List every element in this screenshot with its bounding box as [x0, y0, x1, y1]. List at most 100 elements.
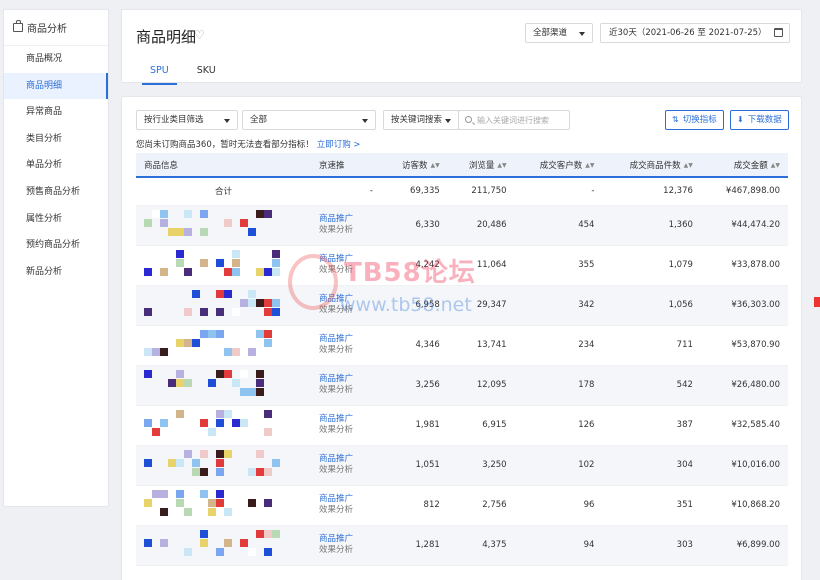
effect-analysis-link[interactable]: 效果分析: [319, 265, 373, 276]
pixel-block: [208, 419, 216, 427]
cell-pageviews: 11,064: [447, 245, 515, 286]
category-value-select[interactable]: 全部: [242, 110, 376, 130]
cell-amount: ¥32,585.40: [700, 405, 788, 446]
cell-customers: 102: [514, 445, 603, 486]
sidebar-item[interactable]: 预约商品分析: [4, 232, 108, 259]
pixel-block: [224, 410, 232, 418]
col-amount[interactable]: 成交金额 ▲▼: [700, 153, 788, 178]
promote-link[interactable]: 商品推广: [319, 334, 373, 345]
effect-analysis-link[interactable]: 效果分析: [319, 465, 373, 476]
date-range-picker[interactable]: 近30天（2021-06-26 至 2021-07-25）: [600, 23, 790, 43]
pixel-block: [272, 250, 280, 258]
subscribe-link[interactable]: 立即订购 >: [317, 140, 361, 150]
sidebar-item[interactable]: 商品明细: [4, 72, 108, 100]
total-items: 12,376: [602, 177, 701, 206]
cell-amount: ¥36,303.00: [700, 285, 788, 326]
sidebar-item[interactable]: 属性分析: [4, 206, 108, 233]
pixel-block: [240, 370, 248, 378]
pixel-block: [216, 490, 224, 498]
cell-pageviews: 29,347: [447, 285, 515, 326]
shopping-bag-icon: [13, 20, 23, 32]
promote-link[interactable]: 商品推广: [319, 254, 373, 265]
sidebar-item[interactable]: 异常商品: [4, 99, 108, 126]
table-row: 商品推广 效果分析 3,256 12,095 178 542 ¥26,480.00: [136, 365, 788, 406]
promote-link[interactable]: 商品推广: [319, 534, 373, 545]
promote-link[interactable]: 商品推广: [319, 374, 373, 385]
pixel-block: [240, 388, 248, 396]
pixel-block: [256, 370, 264, 378]
cell-amount: ¥33,878.00: [700, 245, 788, 286]
product-info-cell[interactable]: [136, 325, 311, 366]
effect-analysis-link[interactable]: 效果分析: [319, 345, 373, 356]
sidebar-item[interactable]: 单品分析: [4, 152, 108, 179]
category-filter-label: 按行业类目筛选: [144, 115, 204, 125]
pixel-block: [184, 210, 192, 218]
search-mode-select[interactable]: 按关键词搜索: [383, 110, 459, 130]
pixel-block: [216, 468, 224, 476]
product-info-cell[interactable]: [136, 245, 311, 286]
tab-spu[interactable]: SPU: [142, 60, 177, 85]
jingsutui-links: 商品推广 效果分析: [311, 205, 381, 246]
pixel-block: [240, 299, 248, 307]
effect-analysis-link[interactable]: 效果分析: [319, 545, 373, 556]
effect-analysis-link[interactable]: 效果分析: [319, 305, 373, 316]
pixel-block: [200, 228, 208, 236]
product-info-cell[interactable]: [136, 205, 311, 246]
pixel-block: [168, 379, 176, 387]
effect-analysis-link[interactable]: 效果分析: [319, 385, 373, 396]
tab-sku[interactable]: SKU: [197, 60, 216, 82]
channel-select[interactable]: 全部渠道: [525, 23, 593, 43]
effect-analysis-link[interactable]: 效果分析: [319, 505, 373, 516]
pixel-block: [264, 468, 272, 476]
effect-analysis-link[interactable]: 效果分析: [319, 225, 373, 236]
sidebar-item[interactable]: 新品分析: [4, 259, 108, 286]
pixel-block: [216, 548, 224, 556]
product-info-cell[interactable]: [136, 445, 311, 486]
product-info-cell[interactable]: [136, 365, 311, 406]
edge-marker: [814, 297, 820, 307]
col-customers[interactable]: 成交客户数 ▲▼: [514, 153, 603, 178]
col-items[interactable]: 成交商品件数 ▲▼: [602, 153, 701, 178]
pixel-block: [264, 330, 272, 338]
product-info-cell[interactable]: [136, 525, 311, 566]
promote-link[interactable]: 商品推广: [319, 494, 373, 505]
download-label: 下载数据: [747, 115, 782, 125]
pixel-block: [176, 499, 184, 507]
pixel-block: [176, 490, 184, 498]
col-pageviews[interactable]: 浏览量 ▲▼: [447, 153, 515, 178]
promote-link[interactable]: 商品推广: [319, 414, 373, 425]
promote-link[interactable]: 商品推广: [319, 454, 373, 465]
product-info-cell[interactable]: [136, 485, 311, 526]
cell-visitors: 1,051: [381, 445, 448, 486]
pixel-block: [256, 330, 264, 338]
col-visitors[interactable]: 访客数 ▲▼: [381, 153, 448, 178]
cell-customers: 94: [514, 525, 603, 566]
cell-items: 542: [602, 365, 701, 406]
search-input[interactable]: [477, 113, 565, 127]
sidebar-item[interactable]: 类目分析: [4, 126, 108, 153]
promote-link[interactable]: 商品推广: [319, 294, 373, 305]
pixel-block: [272, 268, 280, 276]
col-product-info: 商品信息: [136, 153, 311, 178]
cell-pageviews: 4,375: [447, 525, 515, 566]
pixel-block: [192, 339, 200, 347]
download-button[interactable]: ⬇ 下载数据: [730, 110, 789, 130]
promote-link[interactable]: 商品推广: [319, 214, 373, 225]
effect-analysis-link[interactable]: 效果分析: [319, 425, 373, 436]
switch-metrics-button[interactable]: ⇅ 切换指标: [665, 110, 724, 130]
product-info-cell[interactable]: [136, 285, 311, 326]
pixel-block: [264, 268, 272, 276]
sidebar-item[interactable]: 商品概况: [4, 46, 108, 73]
favorite-heart-icon[interactable]: ♡: [194, 28, 205, 42]
pixel-block: [152, 210, 160, 218]
pixel-block: [176, 339, 184, 347]
cell-visitors: 1,981: [381, 405, 448, 446]
pixel-block: [184, 548, 192, 556]
pixel-block: [216, 330, 224, 338]
product-info-cell[interactable]: [136, 405, 311, 446]
pixel-block: [152, 428, 160, 436]
switch-icon: ⇅: [672, 115, 679, 124]
pixel-block: [224, 508, 232, 516]
sidebar-item[interactable]: 预售商品分析: [4, 179, 108, 206]
category-filter-select[interactable]: 按行业类目筛选: [136, 110, 238, 130]
